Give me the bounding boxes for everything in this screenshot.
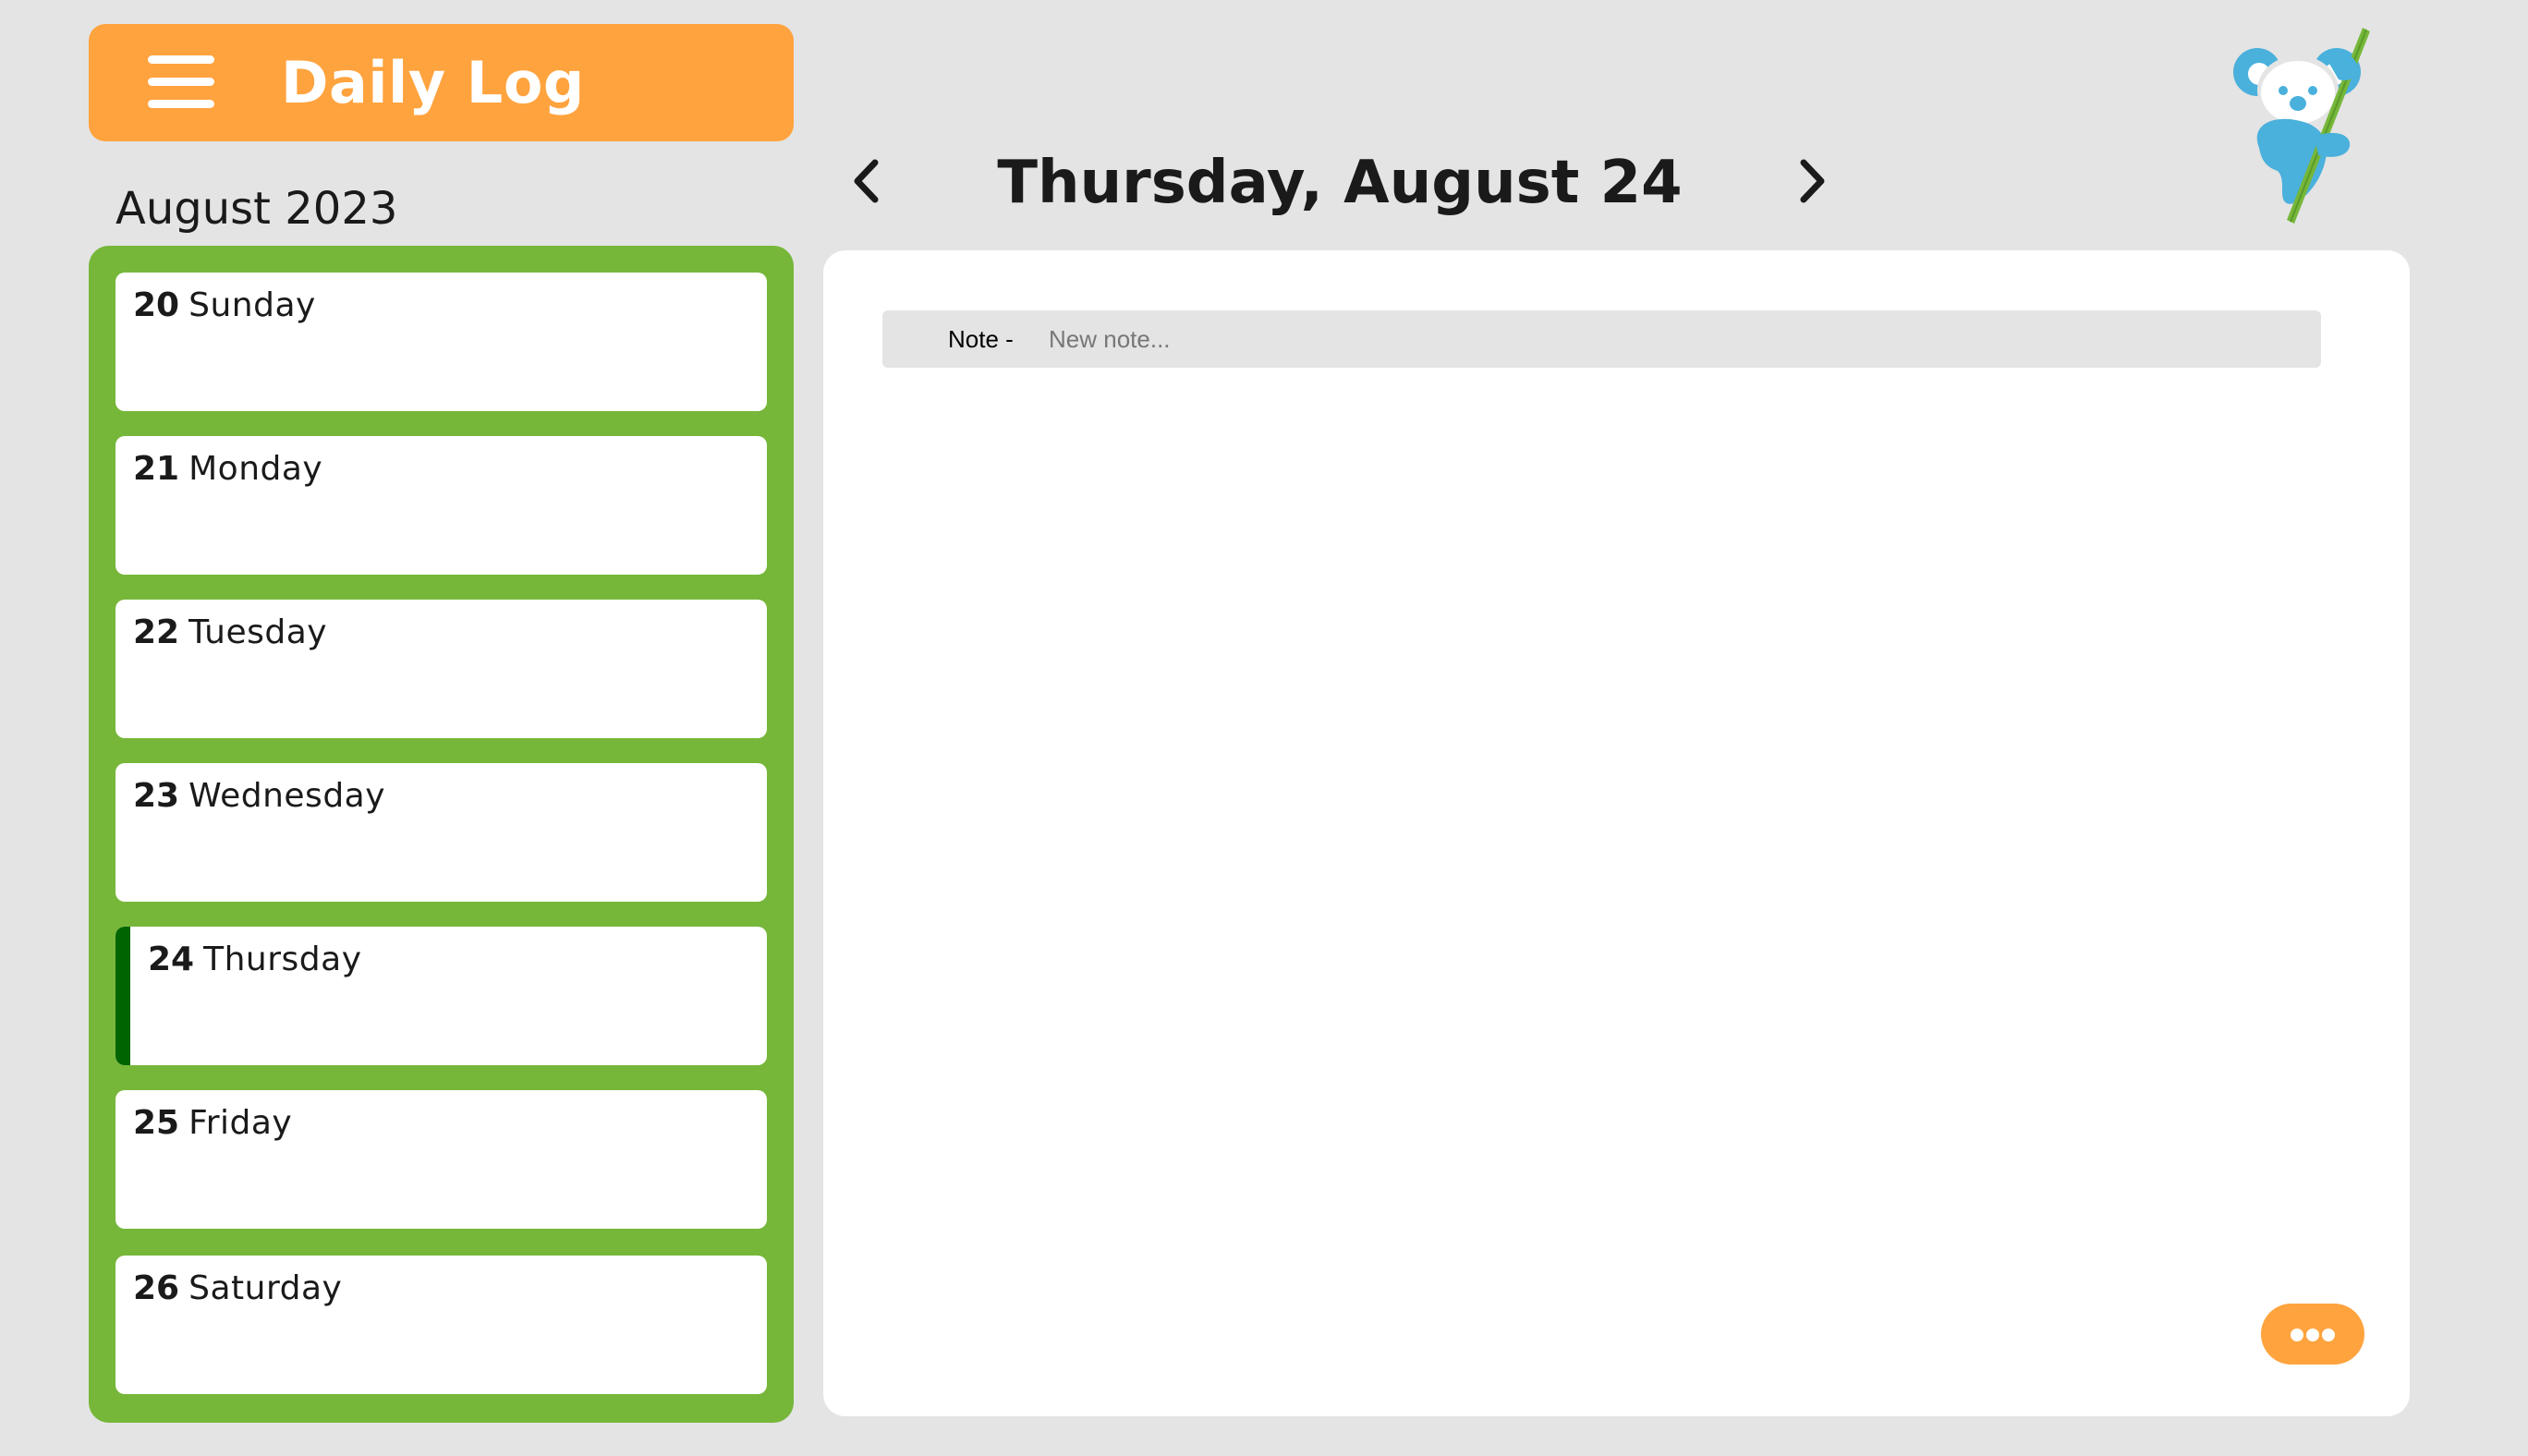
- note-row: Note -: [882, 310, 2321, 368]
- daily-log-menu-button[interactable]: Daily Log: [89, 24, 794, 141]
- day-name: Friday: [188, 1104, 293, 1142]
- note-label: Note -: [948, 325, 1014, 353]
- day-name: Sunday: [188, 286, 316, 324]
- day-list: 20 Sunday 21 Monday 22 Tuesday 23 Wednesday …: [89, 246, 794, 1423]
- chevron-right-icon: [1800, 159, 1825, 203]
- previous-day-button[interactable]: [841, 153, 896, 209]
- day-card-21[interactable]: 21 Monday: [115, 436, 767, 575]
- day-number: 26: [133, 1269, 180, 1307]
- day-card-26[interactable]: 26 Saturday: [115, 1256, 767, 1394]
- day-detail-panel: Note -: [823, 250, 2410, 1416]
- day-card-23[interactable]: 23 Wednesday: [115, 763, 767, 902]
- day-number: 20: [133, 286, 180, 324]
- chevron-left-icon: [854, 159, 879, 203]
- selected-date-title: Thursday, August 24: [997, 149, 1683, 217]
- day-card-22[interactable]: 22 Tuesday: [115, 600, 767, 738]
- day-name: Saturday: [188, 1269, 343, 1307]
- day-number: 23: [133, 777, 180, 815]
- day-number: 22: [133, 613, 180, 651]
- selected-indicator: [115, 927, 130, 1065]
- day-number: 21: [133, 450, 180, 488]
- koala-logo-icon: [2233, 28, 2370, 224]
- day-name: Wednesday: [188, 777, 386, 815]
- app-title: Daily Log: [281, 49, 585, 116]
- day-card-20[interactable]: 20 Sunday: [115, 273, 767, 411]
- next-day-button[interactable]: [1783, 153, 1839, 209]
- day-card-25[interactable]: 25 Friday: [115, 1090, 767, 1229]
- day-name: Tuesday: [188, 613, 328, 651]
- month-label: August 2023: [115, 183, 398, 235]
- hamburger-menu-icon: [148, 55, 214, 109]
- day-number: 24: [148, 940, 195, 978]
- day-number: 25: [133, 1104, 180, 1142]
- new-note-input[interactable]: [1049, 318, 2287, 360]
- more-options-button[interactable]: [2261, 1304, 2364, 1365]
- day-card-24-selected[interactable]: 24 Thursday: [115, 927, 767, 1065]
- day-name: Thursday: [203, 940, 362, 978]
- day-name: Monday: [188, 450, 323, 488]
